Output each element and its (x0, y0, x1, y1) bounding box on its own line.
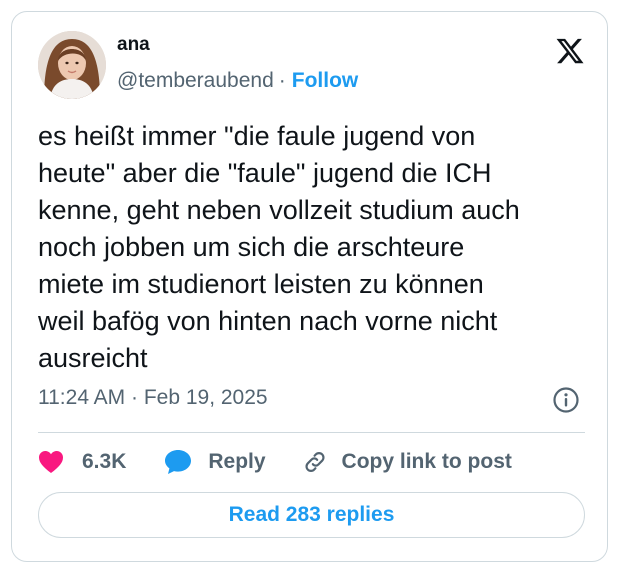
tweet-text: es heißt immer "die faule jugend von heu… (38, 121, 520, 373)
reply-button[interactable]: Reply (164, 449, 266, 475)
profile-photo-icon (38, 31, 106, 99)
reply-label: Reply (208, 450, 266, 473)
author-handle[interactable]: @temberaubend (117, 69, 274, 92)
speech-bubble-icon (165, 450, 192, 474)
link-icon (305, 452, 325, 472)
tweet-actions: 6.3K Reply Copy link to post (38, 444, 512, 480)
copy-link-button[interactable]: Copy link to post (302, 449, 512, 475)
info-icon[interactable] (552, 386, 580, 414)
avatar[interactable] (38, 31, 106, 99)
tweet-timestamp[interactable]: 11:24 AM · Feb 19, 2025 (38, 386, 268, 410)
like-button[interactable]: 6.3K (38, 450, 126, 474)
read-replies-button[interactable]: Read 283 replies (38, 492, 585, 538)
author-handle-row: @temberaubend · Follow (117, 69, 358, 93)
author-name[interactable]: ana (117, 34, 150, 56)
follow-button[interactable]: Follow (292, 69, 359, 92)
divider (38, 432, 585, 433)
handle-separator: · (278, 69, 286, 92)
heart-icon (39, 451, 63, 473)
like-count: 6.3K (82, 450, 127, 473)
x-logo-icon[interactable] (555, 36, 585, 66)
copy-link-label: Copy link to post (341, 450, 512, 473)
tweet-card: ana @temberaubend · Follow es heißt immer … (11, 11, 608, 562)
